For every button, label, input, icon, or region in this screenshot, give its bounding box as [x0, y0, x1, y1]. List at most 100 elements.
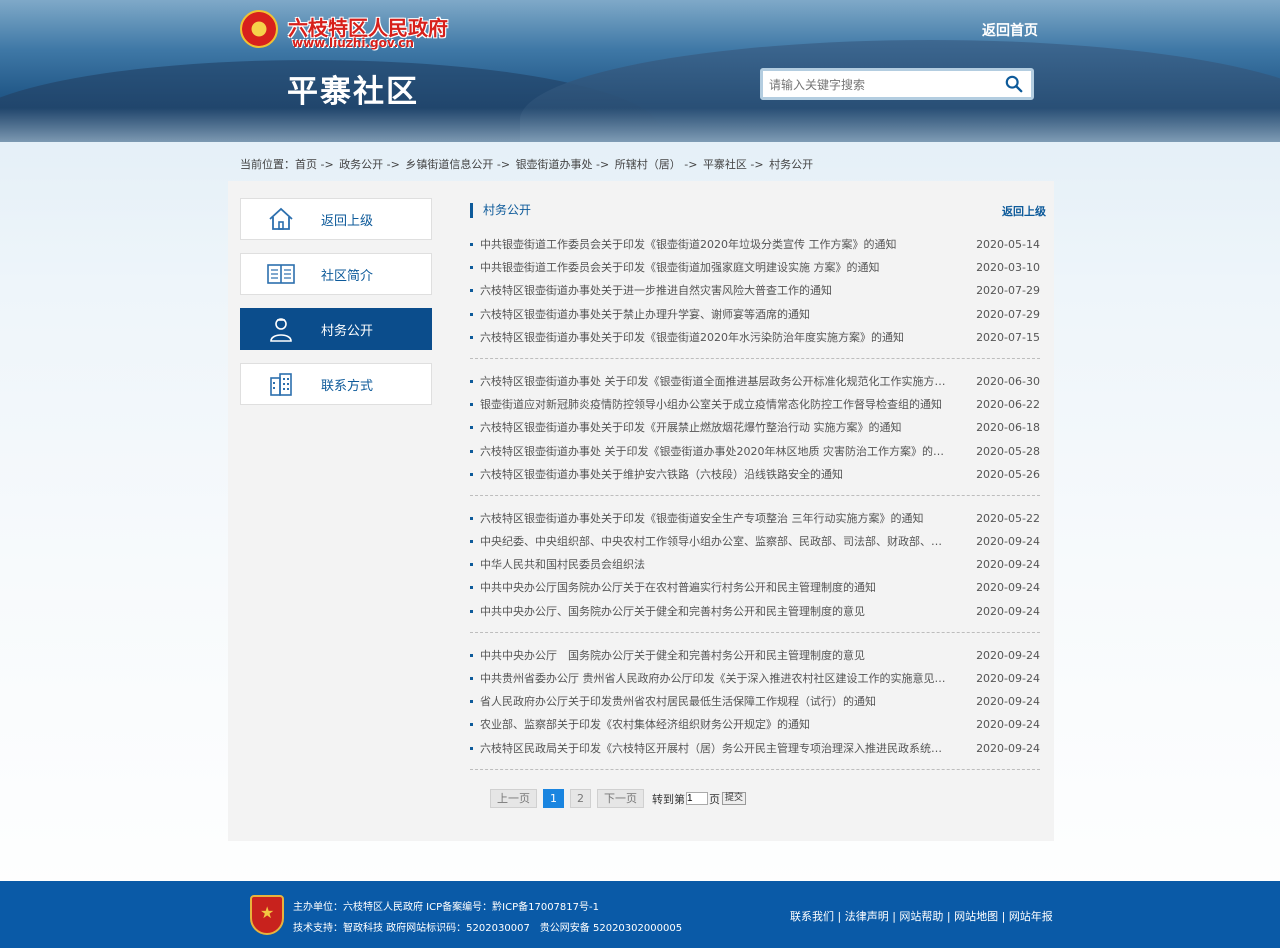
national-emblem-icon — [240, 10, 278, 48]
list-item[interactable]: 六枝特区银壶街道办事处关于印发《开展禁止燃放烟花爆竹整治行动 实施方案》的通知 2… — [470, 416, 1040, 439]
list-item[interactable]: 六枝特区银壶街道办事处 关于印发《银壶街道办事处2020年林区地质 灾害防治工作… — [470, 440, 1040, 463]
news-title: 农业部、监察部关于印发《农村集体经济组织财务公开规定》的通知 — [480, 718, 810, 732]
sidebar-item-label: 返回上级 — [321, 213, 374, 229]
page-jump: 转到第 页 提交 — [652, 791, 747, 807]
content-panel: 返回上级 社区简介 村务公开 联系方式 村务公开 返回上级 中共银壶街道工作委员… — [228, 181, 1054, 841]
news-title: 六枝特区银壶街道办事处关于印发《银壶街道2020年水污染防治年度实施方案》的通知 — [480, 330, 904, 344]
breadcrumb-item[interactable]: 政务公开 -> — [339, 158, 400, 171]
next-page-button[interactable]: 下一页 — [597, 789, 644, 808]
list-item[interactable]: 中华人民共和国村民委员会组织法 2020-09-24 — [470, 553, 1040, 576]
news-title: 六枝特区银壶街道办事处关于印发《银壶街道安全生产专项整治 三年行动实施方案》的通… — [480, 511, 924, 525]
search-icon[interactable] — [1005, 75, 1023, 93]
news-date: 2020-09-24 — [976, 695, 1040, 709]
jump-submit-button[interactable]: 提交 — [722, 792, 747, 805]
divider — [470, 357, 1040, 359]
sidebar-item-label: 社区简介 — [321, 268, 374, 284]
footer-link-contact[interactable]: 联系我们 — [790, 910, 834, 923]
news-date: 2020-09-24 — [976, 535, 1040, 549]
site-url: www.liuzhi.gov.cn — [292, 36, 414, 50]
page-button-2[interactable]: 2 — [570, 789, 591, 808]
list-item[interactable]: 六枝特区银壶街道办事处关于禁止办理升学宴、谢师宴等酒席的通知 2020-07-29 — [470, 303, 1040, 326]
news-date: 2020-06-30 — [976, 374, 1040, 388]
list-item[interactable]: 六枝特区银壶街道办事处 关于印发《银壶街道全面推进基层政务公开标准化规范化工作实… — [470, 370, 1040, 393]
divider — [470, 631, 1040, 633]
section-title: 村务公开 — [470, 203, 531, 218]
footer-link-help[interactable]: 网站帮助 — [899, 910, 943, 923]
news-title: 六枝特区银壶街道办事处关于进一步推进自然灾害风险大普查工作的通知 — [480, 284, 832, 298]
cloud-decoration — [0, 108, 1280, 142]
sidebar-item-intro[interactable]: 社区简介 — [240, 253, 432, 295]
list-item[interactable]: 中共贵州省委办公厅 贵州省人民政府办公厅印发《关于深入推进农村社区建设工作的实施… — [470, 667, 1040, 690]
search-input[interactable] — [769, 75, 999, 95]
list-item[interactable]: 中共中央办公厅、国务院办公厅关于健全和完善村务公开和民主管理制度的意见 2020-… — [470, 600, 1040, 623]
news-title: 六枝特区银壶街道办事处关于维护安六铁路（六枝段）沿线铁路安全的通知 — [480, 467, 843, 481]
news-date: 2020-05-28 — [976, 444, 1040, 458]
list-item[interactable]: 中共银壶街道工作委员会关于印发《银壶街道2020年垃圾分类宣传 工作方案》的通知… — [470, 233, 1040, 256]
list-item[interactable]: 银壶街道应对新冠肺炎疫情防控领导小组办公室关于成立疫情常态化防控工作督导检查组的… — [470, 393, 1040, 416]
news-title: 六枝特区银壶街道办事处 关于印发《银壶街道全面推进基层政务公开标准化规范化工作实… — [480, 374, 950, 388]
prev-page-button[interactable]: 上一页 — [490, 789, 537, 808]
back-up-link[interactable]: 返回上级 — [1002, 203, 1046, 219]
page-number-input[interactable] — [686, 792, 708, 805]
list-item[interactable]: 中共中央办公厅国务院办公厅关于在农村普遍实行村务公开和民主管理制度的通知 2020… — [470, 576, 1040, 599]
news-date: 2020-09-24 — [976, 741, 1040, 755]
person-icon — [241, 316, 321, 342]
news-date: 2020-03-10 — [976, 261, 1040, 275]
news-date: 2020-09-24 — [976, 558, 1040, 572]
news-date: 2020-06-22 — [976, 398, 1040, 412]
breadcrumb-item[interactable]: 乡镇街道信息公开 -> — [405, 158, 510, 171]
news-title: 中共中央办公厅国务院办公厅关于在农村普遍实行村务公开和民主管理制度的通知 — [480, 581, 876, 595]
footer-link-legal[interactable]: 法律声明 — [845, 910, 889, 923]
divider — [470, 494, 1040, 496]
list-item[interactable]: 中共银壶街道工作委员会关于印发《银壶街道加强家庭文明建设实施 方案》的通知 202… — [470, 256, 1040, 279]
breadcrumb-item[interactable]: 村务公开 — [769, 158, 813, 171]
news-date: 2020-05-26 — [976, 467, 1040, 481]
news-title: 中共中央办公厅、国务院办公厅关于健全和完善村务公开和民主管理制度的意见 — [480, 604, 865, 618]
list-item[interactable]: 六枝特区银壶街道办事处关于印发《银壶街道安全生产专项整治 三年行动实施方案》的通… — [470, 507, 1040, 530]
news-date: 2020-09-24 — [976, 581, 1040, 595]
news-title: 六枝特区银壶街道办事处关于印发《开展禁止燃放烟花爆竹整治行动 实施方案》的通知 — [480, 421, 902, 435]
news-date: 2020-09-24 — [976, 718, 1040, 732]
breadcrumb: 当前位置：首页 -> 政务公开 -> 乡镇街道信息公开 -> 银壶街道办事处 -… — [240, 156, 815, 172]
list-item[interactable]: 中央纪委、中央组织部、中央农村工作领导小组办公室、监察部、民政部、司法部、财政部… — [470, 530, 1040, 553]
building-icon — [241, 372, 321, 396]
news-title: 六枝特区银壶街道办事处关于禁止办理升学宴、谢师宴等酒席的通知 — [480, 307, 810, 321]
search-box — [760, 68, 1034, 100]
sidebar-item-label: 联系方式 — [321, 378, 374, 394]
sidebar-item-affairs[interactable]: 村务公开 — [240, 308, 432, 350]
news-title: 中共银壶街道工作委员会关于印发《银壶街道加强家庭文明建设实施 方案》的通知 — [480, 261, 880, 275]
list-item[interactable]: 六枝特区银壶街道办事处关于维护安六铁路（六枝段）沿线铁路安全的通知 2020-05… — [470, 463, 1040, 486]
sidebar-item-contact[interactable]: 联系方式 — [240, 363, 432, 405]
list-item[interactable]: 中共中央办公厅 国务院办公厅关于健全和完善村务公开和民主管理制度的意见 2020-… — [470, 644, 1040, 667]
footer-tech-info: 技术支持：智政科技 政府网站标识码：5202030007 贵公网安备 52020… — [293, 923, 683, 934]
breadcrumb-item[interactable]: 所辖村（居） -> — [615, 158, 698, 171]
news-date: 2020-07-29 — [976, 307, 1040, 321]
sidebar-item-back[interactable]: 返回上级 — [240, 198, 432, 240]
list-item[interactable]: 农业部、监察部关于印发《农村集体经济组织财务公开规定》的通知 2020-09-24 — [470, 713, 1040, 736]
breadcrumb-item[interactable]: 银壶街道办事处 -> — [516, 158, 610, 171]
footer-link-annual-report[interactable]: 网站年报 — [1009, 910, 1053, 923]
list-item[interactable]: 省人民政府办公厅关于印发贵州省农村居民最低生活保障工作规程（试行）的通知 2020… — [470, 690, 1040, 713]
breadcrumb-item[interactable]: 当前位置：首页 -> — [240, 158, 334, 171]
news-title: 中华人民共和国村民委员会组织法 — [480, 558, 645, 572]
news-date: 2020-05-14 — [976, 238, 1040, 251]
breadcrumb-item[interactable]: 平寨社区 -> — [703, 158, 764, 171]
list-item[interactable]: 六枝特区银壶街道办事处关于进一步推进自然灾害风险大普查工作的通知 2020-07-… — [470, 279, 1040, 302]
home-link[interactable]: 返回首页 — [982, 20, 1038, 40]
news-date: 2020-07-29 — [976, 284, 1040, 298]
page-button-1[interactable]: 1 — [543, 789, 564, 808]
party-badge-icon: ★ — [250, 895, 284, 935]
home-icon — [241, 207, 321, 231]
news-title: 中共贵州省委办公厅 贵州省人民政府办公厅印发《关于深入推进农村社区建设工作的实施… — [480, 672, 950, 685]
jump-suffix: 页 — [709, 792, 720, 806]
page-title: 平寨社区 — [287, 74, 419, 110]
news-date: 2020-09-24 — [976, 672, 1040, 685]
list-item[interactable]: 六枝特区银壶街道办事处关于印发《银壶街道2020年水污染防治年度实施方案》的通知… — [470, 326, 1040, 349]
news-list: 中共银壶街道工作委员会关于印发《银壶街道2020年垃圾分类宣传 工作方案》的通知… — [470, 233, 1040, 781]
divider — [470, 768, 1040, 770]
list-item[interactable]: 六枝特区民政局关于印发《六枝特区开展村（居）务公开民主管理专项治理深入推进民政系… — [470, 737, 1040, 760]
footer: ★ 主办单位：六枝特区人民政府 ICP备案编号：黔ICP备17007817号-1… — [0, 881, 1280, 948]
news-title: 省人民政府办公厅关于印发贵州省农村居民最低生活保障工作规程（试行）的通知 — [480, 695, 876, 709]
footer-link-sitemap[interactable]: 网站地图 — [954, 910, 998, 923]
header-banner: 六枝特区人民政府 www.liuzhi.gov.cn 返回首页 平寨社区 — [0, 0, 1280, 142]
